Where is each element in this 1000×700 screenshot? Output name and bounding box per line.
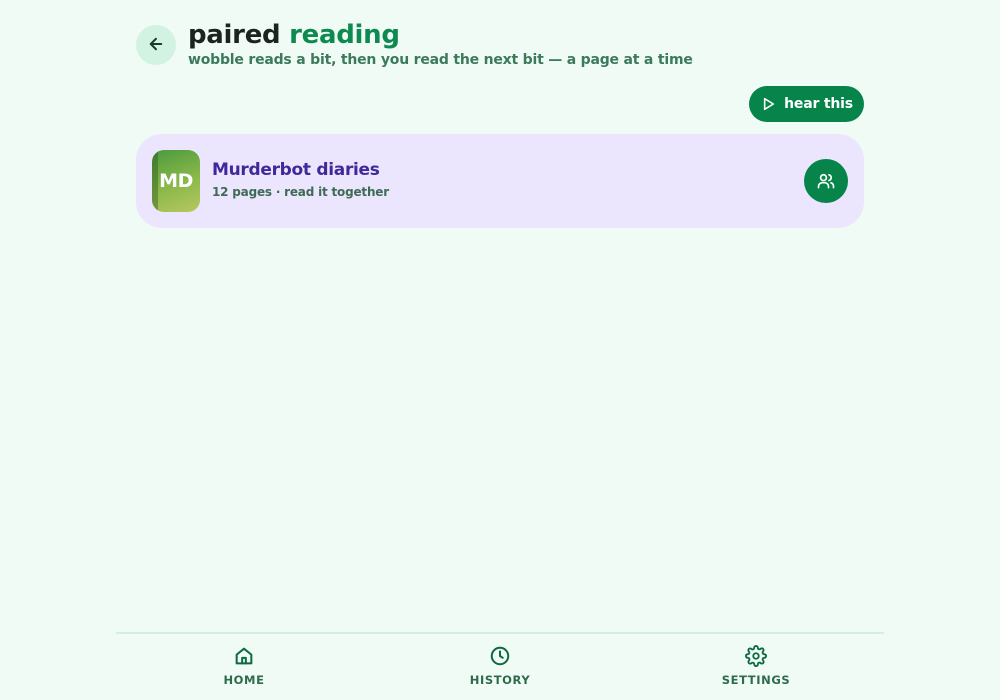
- book-spine: [152, 150, 158, 212]
- page-subtitle: wobble reads a bit, then you read the ne…: [188, 52, 693, 68]
- paired-reading-page: paired reading wobble reads a bit, then …: [0, 0, 1000, 700]
- read-together-button[interactable]: [804, 159, 848, 203]
- nav-item-settings[interactable]: SETTINGS: [696, 644, 816, 696]
- play-icon: [760, 96, 776, 112]
- hear-this-label: hear this: [784, 96, 853, 112]
- nav-item-home[interactable]: HOME: [184, 644, 304, 696]
- back-button[interactable]: [136, 25, 176, 65]
- book-cover-initials: MD: [159, 170, 193, 192]
- book-title: Murderbot diaries: [212, 160, 380, 180]
- gear-icon: [744, 644, 768, 668]
- nav-label-settings: SETTINGS: [721, 673, 791, 687]
- book-meta: 12 pages · read it together: [212, 185, 389, 199]
- nav-label-home: HOME: [223, 673, 265, 687]
- users-icon: [816, 171, 836, 191]
- clock-icon: [488, 644, 512, 668]
- bottom-nav: HOME HISTORY SETTINGS: [116, 632, 884, 700]
- title-accent: reading: [289, 20, 400, 50]
- hear-this-button[interactable]: hear this: [749, 86, 864, 122]
- book-card[interactable]: MD Murderbot diaries 12 pages · read it …: [136, 134, 864, 228]
- nav-label-history: HISTORY: [469, 673, 531, 687]
- nav-item-history[interactable]: HISTORY: [440, 644, 560, 696]
- title-main: paired: [188, 20, 281, 50]
- arrow-left-icon: [147, 35, 165, 56]
- home-icon: [232, 644, 256, 668]
- book-cover: MD: [152, 150, 200, 212]
- page-title: paired reading: [188, 18, 693, 52]
- page-header: paired reading wobble reads a bit, then …: [188, 18, 693, 68]
- book-info: Murderbot diaries 12 pages · read it tog…: [212, 160, 389, 199]
